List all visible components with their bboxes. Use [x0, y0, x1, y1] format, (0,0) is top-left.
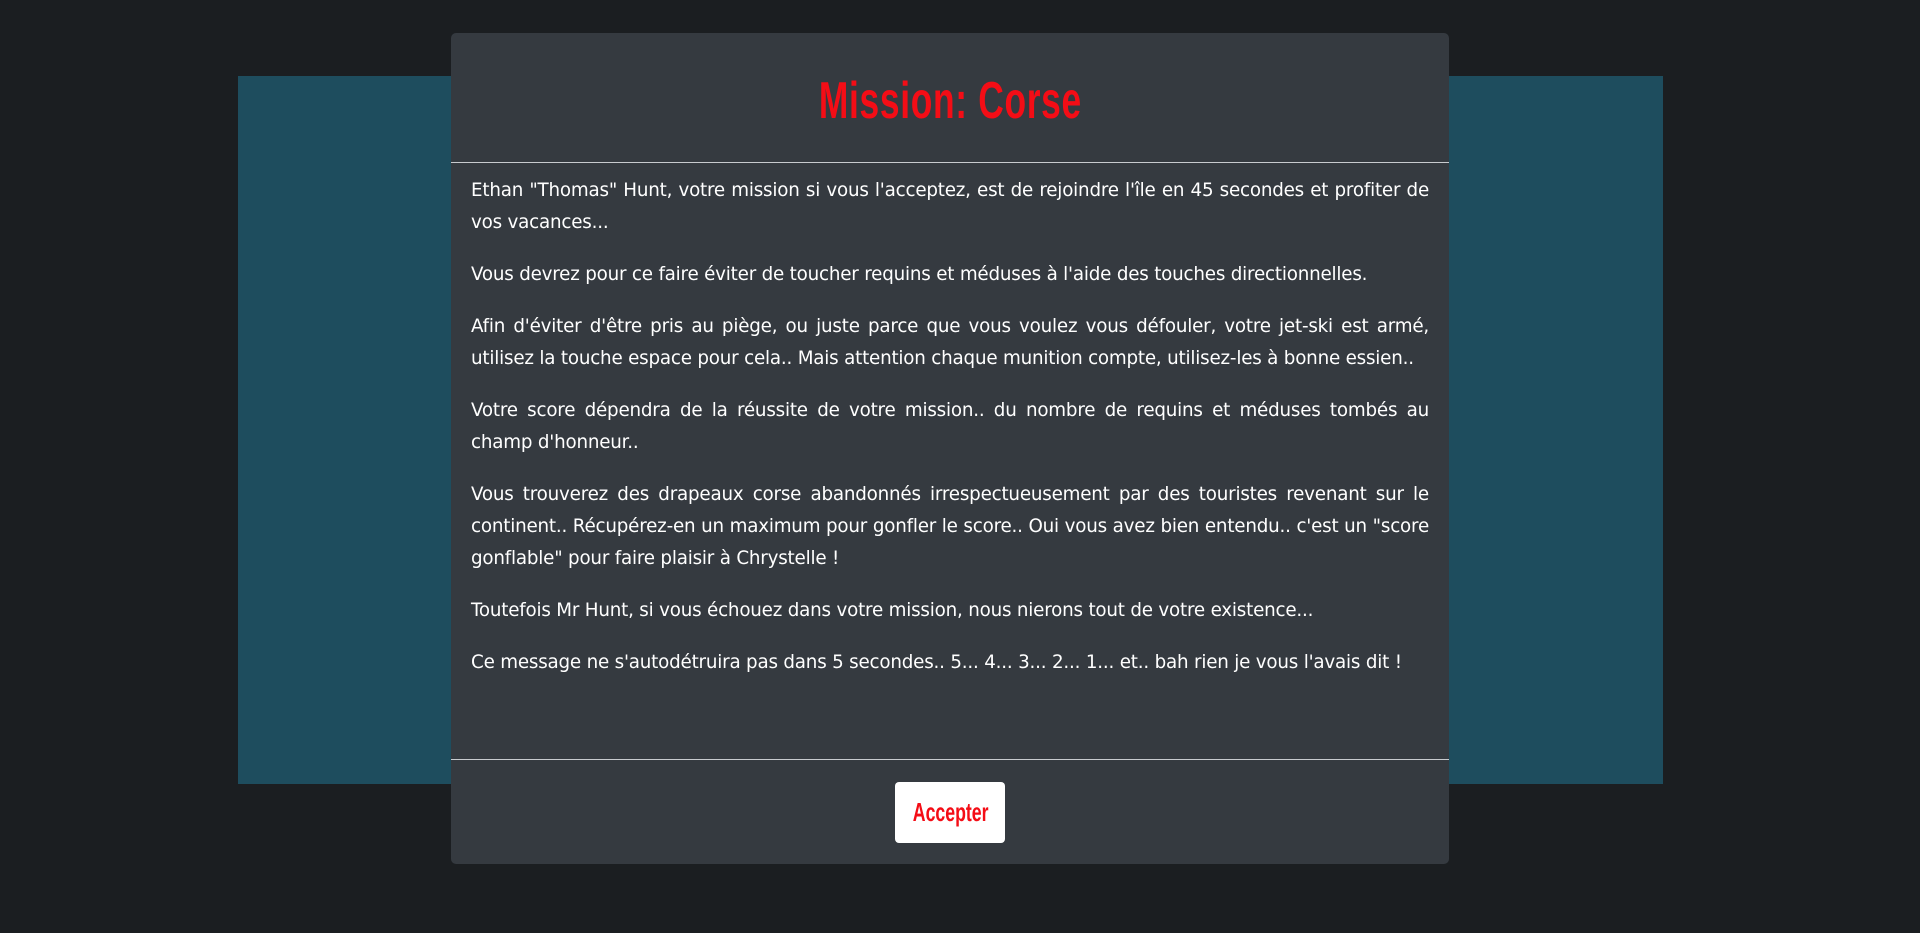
- modal-footer: Accepter: [451, 760, 1449, 863]
- briefing-paragraph: Vous devrez pour ce faire éviter de touc…: [471, 264, 1368, 285]
- briefing-paragraph: Ce message ne s'autodétruira pas dans 5 …: [471, 652, 1402, 673]
- accept-button[interactable]: Accepter: [895, 782, 1005, 843]
- briefing-paragraph: Ethan "Thomas" Hunt, votre mission si vo…: [471, 180, 1429, 233]
- briefing-paragraph: Vous trouverez des drapeaux corse abando…: [471, 484, 1429, 569]
- accept-button-label: Accepter: [912, 797, 989, 827]
- mission-briefing-modal: Mission: Corse Ethan "Thomas" Hunt, votr…: [451, 33, 1449, 864]
- briefing-paragraph: Votre score dépendra de la réussite de v…: [471, 400, 1429, 453]
- briefing-paragraph: Afin d'éviter d'être pris au piège, ou j…: [471, 316, 1429, 369]
- modal-body: Ethan "Thomas" Hunt, votre mission si vo…: [451, 163, 1449, 760]
- modal-header: Mission: Corse: [451, 33, 1449, 163]
- modal-title: Mission: Corse: [818, 71, 1082, 130]
- briefing-paragraph: Toutefois Mr Hunt, si vous échouez dans …: [471, 600, 1314, 621]
